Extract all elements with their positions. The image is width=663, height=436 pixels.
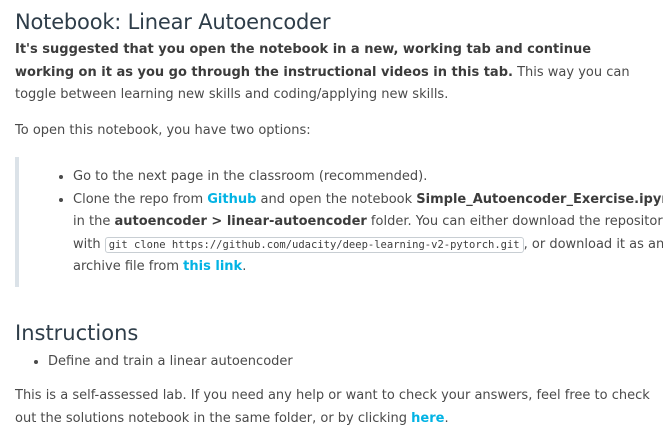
options-intro-text: To open this notebook, you have two opti… (15, 123, 311, 138)
github-link[interactable]: Github (207, 192, 256, 207)
instructions-heading: Instructions (15, 321, 139, 345)
footer-text-1: This is a self-assessed lab. If you need… (15, 388, 650, 426)
option-item-clone: Clone the repo from Github and open the … (73, 189, 663, 279)
options-list: Go to the next page in the classroom (re… (41, 166, 663, 279)
footer-paragraph: This is a self-assessed lab. If you need… (15, 385, 651, 430)
options-blockquote: Go to the next page in the classroom (re… (15, 157, 663, 287)
footer-text-2: . (444, 410, 449, 426)
intro-paragraph: It's suggested that you open the noteboo… (15, 39, 651, 107)
intro-bold-text: It's suggested that you open the noteboo… (15, 42, 592, 80)
git-clone-command: git clone https://github.com/udacity/dee… (104, 236, 524, 253)
instruction-item: Define and train a linear autoencoder (48, 351, 293, 374)
page-title: Notebook: Linear Autoencoder (15, 10, 331, 34)
clone-text-6: . (242, 259, 247, 274)
clone-text-1: Clone the repo from (73, 191, 208, 207)
option-item-classroom: Go to the next page in the classroom (re… (73, 166, 663, 189)
clone-text-3: in the (73, 214, 115, 229)
instructions-list: Define and train a linear autoencoder (15, 351, 293, 374)
archive-link[interactable]: this link (183, 259, 242, 274)
folder-path: autoencoder > linear-autoencoder (114, 214, 367, 229)
notebook-filename: Simple_Autoencoder_Exercise.ipynb (416, 191, 663, 207)
solutions-here-link[interactable]: here (411, 411, 444, 426)
clone-text-2: and open the notebook (256, 191, 417, 207)
